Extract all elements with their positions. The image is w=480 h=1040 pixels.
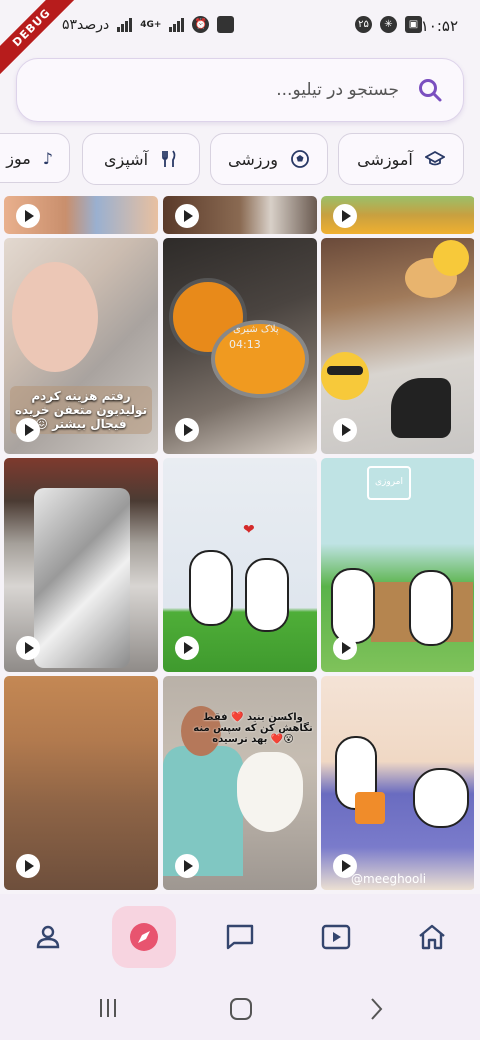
network-type: 4G+ xyxy=(140,19,162,30)
character-boy xyxy=(331,568,375,644)
signal-icon-2 xyxy=(169,17,185,32)
soccer-ball-icon xyxy=(291,150,309,168)
play-icon[interactable] xyxy=(16,204,40,228)
play-icon[interactable] xyxy=(16,854,40,878)
search-bar[interactable] xyxy=(16,58,464,122)
cushion xyxy=(355,792,385,824)
profile-icon xyxy=(36,925,60,949)
play-icon[interactable] xyxy=(175,204,199,228)
nav-profile[interactable] xyxy=(18,914,78,960)
home-icon xyxy=(419,924,445,950)
nav-home[interactable] xyxy=(402,914,462,960)
chip-label: آشپزی xyxy=(103,149,149,169)
back-icon[interactable] xyxy=(366,996,386,1022)
play-icon[interactable] xyxy=(175,854,199,878)
play-icon[interactable] xyxy=(16,418,40,442)
recents-icon[interactable] xyxy=(96,996,120,1020)
duck xyxy=(237,752,303,832)
baby-face xyxy=(12,262,98,372)
brand-logo: امروزی xyxy=(367,466,411,500)
clock: ۱۰:۵۲ xyxy=(420,17,458,35)
play-icon[interactable] xyxy=(333,636,357,660)
foil-wrap xyxy=(34,488,130,668)
play-icon[interactable] xyxy=(333,854,357,878)
video-tile[interactable] xyxy=(4,676,158,890)
chip-cooking[interactable]: آشپزی xyxy=(82,133,200,185)
search-icon[interactable] xyxy=(417,77,443,103)
video-caption: واکسن بنید ❤️ فقط نگاهش کن که سپس منه 😮❤… xyxy=(193,712,313,745)
character-girl xyxy=(189,550,233,626)
category-chips: آموزشی ورزشی آشپزی موز ♪ xyxy=(0,133,480,185)
chip-educational[interactable]: آموزشی xyxy=(338,133,464,185)
video-tile[interactable] xyxy=(321,196,474,234)
chip-label: موز xyxy=(6,148,31,168)
graduation-cap-icon xyxy=(424,150,445,166)
chat-icon xyxy=(226,924,254,950)
video-tile[interactable] xyxy=(4,458,158,672)
nav-explore[interactable] xyxy=(112,906,176,968)
battery-icon xyxy=(217,16,235,33)
video-time: 04:13 xyxy=(229,338,261,351)
signal-icon xyxy=(117,17,133,32)
compass-icon xyxy=(130,923,158,951)
play-icon[interactable] xyxy=(175,418,199,442)
video-tile[interactable]: واکسن بنید ❤️ فقط نگاهش کن که سپس منه 😮❤… xyxy=(163,676,317,890)
status-right-icons: ۲۵ ✳ ▣ xyxy=(355,16,422,33)
heart-icon: ❤ xyxy=(243,522,255,538)
battery-percent: ۵۳درصد xyxy=(62,16,110,33)
chip-label: آموزشی xyxy=(357,149,413,169)
video-tile[interactable]: @meeghooli xyxy=(321,676,474,890)
play-icon[interactable] xyxy=(333,204,357,228)
status-bar: DEBUG ۵۳درصد 4G+ ⏰ ۲۵ ✳ ▣ ۱۰:۵۲ xyxy=(0,0,480,78)
nav-videos[interactable] xyxy=(306,914,366,960)
video-grid: رفتم هزینه کردم تولیدیون متعفن خریده فیج… xyxy=(4,196,474,892)
nav-chat[interactable] xyxy=(210,914,270,960)
play-icon[interactable] xyxy=(175,636,199,660)
video-tile[interactable]: رفتم هزینه کردم تولیدیون متعفن خریده فیج… xyxy=(4,238,158,454)
video-icon xyxy=(321,924,351,950)
chip-sports[interactable]: ورزشی xyxy=(210,133,328,185)
man-shirt xyxy=(163,746,243,876)
system-nav xyxy=(0,980,480,1040)
play-icon[interactable] xyxy=(16,636,40,660)
video-tile[interactable]: پلاک شیری 04:13 xyxy=(163,238,317,454)
channel-handle: @meeghooli xyxy=(351,872,427,886)
play-icon[interactable] xyxy=(333,418,357,442)
video-tile[interactable]: ❤ xyxy=(163,458,317,672)
chip-music[interactable]: موز ♪ xyxy=(0,133,70,183)
video-tile[interactable] xyxy=(4,196,158,234)
watermark: پلاک شیری xyxy=(233,324,279,335)
video-tile[interactable]: امروزی xyxy=(321,458,474,672)
video-tile[interactable] xyxy=(321,238,474,454)
home-button-icon[interactable] xyxy=(228,996,254,1022)
alarm-icon: ⏰ xyxy=(192,16,210,33)
character-boy xyxy=(245,558,289,632)
video-tile[interactable] xyxy=(163,196,317,234)
chip-label: ورزشی xyxy=(228,149,278,169)
notification-count: ۲۵ xyxy=(355,16,372,33)
emoji-cat-icon xyxy=(433,240,469,276)
emoji-cool-icon xyxy=(321,352,369,400)
chatgpt-icon: ✳ xyxy=(380,16,397,33)
fork-knife-icon xyxy=(162,150,176,167)
black-dog xyxy=(391,378,451,438)
search-input[interactable] xyxy=(67,74,401,106)
character-boy xyxy=(413,768,469,828)
music-note-icon: ♪ xyxy=(42,148,53,168)
gallery-icon: ▣ xyxy=(405,16,422,33)
character-girl xyxy=(409,570,453,646)
bottom-nav xyxy=(0,894,480,980)
